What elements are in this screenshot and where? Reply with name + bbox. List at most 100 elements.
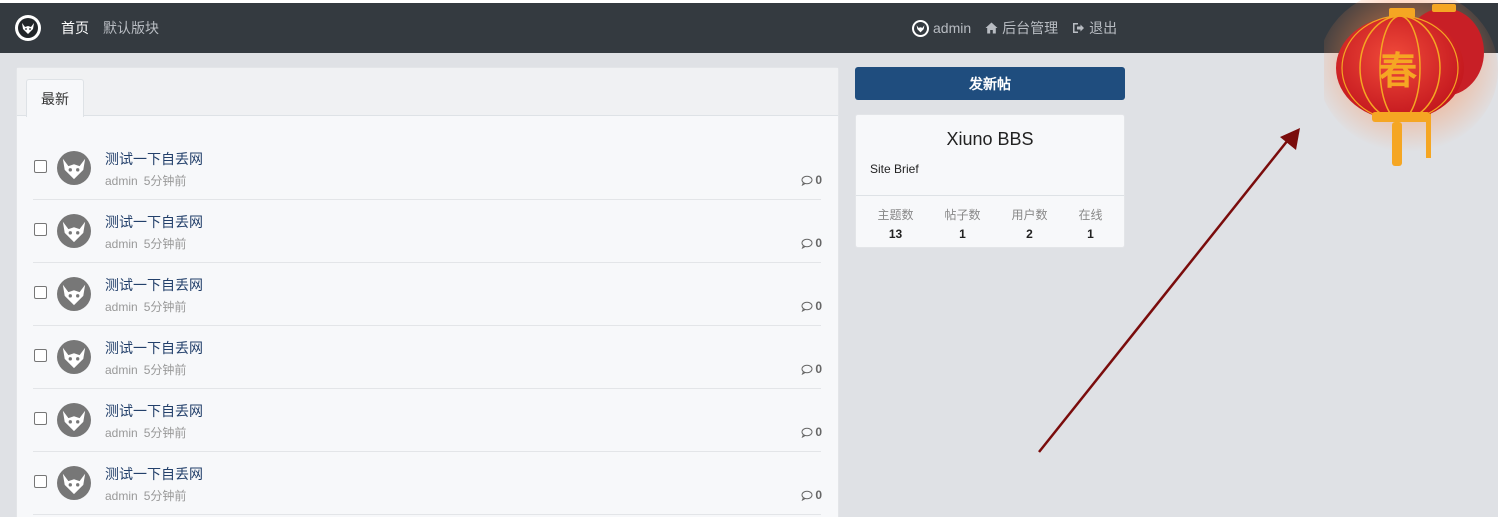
thread-row[interactable]: 测试一下自丢网 admin 5分钟前 0 <box>33 263 822 326</box>
stat-value: 1 <box>959 227 966 241</box>
site-stats: 主题数 13 帖子数 1 用户数 2 在线 1 <box>856 195 1124 248</box>
thread-select-checkbox[interactable] <box>34 160 47 173</box>
author-avatar[interactable] <box>57 466 91 500</box>
thread-author[interactable]: admin <box>105 426 138 440</box>
reply-count-value: 0 <box>815 425 822 439</box>
thread-author[interactable]: admin <box>105 363 138 377</box>
home-icon <box>985 22 998 34</box>
author-avatar[interactable] <box>57 340 91 374</box>
thread-meta: admin 5分钟前 <box>105 235 186 252</box>
stat-value: 1 <box>1087 227 1094 241</box>
reply-count-value: 0 <box>815 362 822 376</box>
thread-select-checkbox[interactable] <box>34 475 47 488</box>
stat-posts: 帖子数 1 <box>944 196 980 248</box>
fox-mascot-icon <box>62 347 86 369</box>
nav-admin-link[interactable]: 后台管理 <box>985 18 1058 38</box>
thread-row[interactable]: 测试一下自丢网 admin 5分钟前 0 <box>33 200 822 263</box>
thread-title-link[interactable]: 测试一下自丢网 <box>105 149 203 169</box>
thread-time: 5分钟前 <box>143 300 187 314</box>
thread-row[interactable]: 测试一下自丢网 admin 5分钟前 0 <box>33 389 822 452</box>
thread-select-checkbox[interactable] <box>34 349 47 362</box>
thread-select-checkbox[interactable] <box>34 223 47 236</box>
reply-count: 0 <box>801 173 822 187</box>
reply-count: 0 <box>801 488 822 502</box>
stat-label: 在线 <box>1078 208 1103 222</box>
new-thread-button[interactable]: 发新帖 <box>855 67 1125 100</box>
thread-select-checkbox[interactable] <box>34 286 47 299</box>
thread-time: 5分钟前 <box>143 363 187 377</box>
reply-count: 0 <box>801 236 822 250</box>
reply-count: 0 <box>801 362 822 376</box>
thread-title-link[interactable]: 测试一下自丢网 <box>105 338 203 358</box>
comment-icon <box>801 427 813 438</box>
thread-meta: admin 5分钟前 <box>105 172 186 189</box>
author-avatar[interactable] <box>57 214 91 248</box>
stat-threads: 主题数 13 <box>877 196 913 248</box>
thread-row[interactable]: 测试一下自丢网 admin 5分钟前 0 <box>33 326 822 389</box>
author-avatar[interactable] <box>57 151 91 185</box>
thread-meta: admin 5分钟前 <box>105 487 186 504</box>
nav-default-board-link[interactable]: 默认版块 <box>103 18 159 38</box>
nav-user-link[interactable]: admin <box>912 19 972 37</box>
thread-meta: admin 5分钟前 <box>105 361 186 378</box>
thread-title-link[interactable]: 测试一下自丢网 <box>105 464 203 484</box>
thread-row[interactable]: 测试一下自丢网 admin 5分钟前 0 <box>33 137 822 200</box>
reply-count-value: 0 <box>815 173 822 187</box>
thread-row[interactable]: 测试一下自丢网 admin 5分钟前 0 <box>33 452 822 515</box>
thread-meta: admin 5分钟前 <box>105 424 186 441</box>
stat-online: 在线 1 <box>1078 196 1102 248</box>
tab-latest[interactable]: 最新 <box>26 79 84 117</box>
nav-user-label: admin <box>933 20 972 36</box>
thread-author[interactable]: admin <box>105 300 138 314</box>
comment-icon <box>801 364 813 375</box>
fox-mascot-icon <box>62 221 86 243</box>
thread-time: 5分钟前 <box>143 489 187 503</box>
thread-meta: admin 5分钟前 <box>105 298 186 315</box>
fox-mascot-icon <box>18 18 38 38</box>
stat-value: 13 <box>888 227 903 241</box>
top-navbar: 首页 默认版块 admin 后台管理 退出 <box>0 3 1498 53</box>
author-avatar[interactable] <box>57 277 91 311</box>
stat-users: 用户数 2 <box>1011 196 1047 248</box>
user-avatar-icon <box>912 19 929 37</box>
site-logo[interactable] <box>15 15 41 41</box>
sign-out-icon <box>1072 22 1085 34</box>
thread-title-link[interactable]: 测试一下自丢网 <box>105 275 203 295</box>
thread-time: 5分钟前 <box>143 237 187 251</box>
reply-count: 0 <box>801 299 822 313</box>
comment-icon <box>801 175 813 186</box>
thread-title-link[interactable]: 测试一下自丢网 <box>105 401 203 421</box>
stat-value: 2 <box>1026 227 1033 241</box>
stat-label: 帖子数 <box>944 208 981 222</box>
thread-list-card: 最新 测试一下自丢网 admin 5分钟前 0 测试一下自丢网 admin 5分钟前… <box>16 67 839 517</box>
lantern-decoration: 春 <box>1324 0 1498 166</box>
fox-mascot-icon <box>62 284 86 306</box>
lantern-char: 春 <box>1379 49 1417 93</box>
fox-mascot-icon <box>62 158 86 180</box>
nav-logout-label: 退出 <box>1089 20 1118 36</box>
thread-author[interactable]: admin <box>105 237 138 251</box>
nav-right-links: admin 后台管理 退出 <box>912 3 1131 53</box>
author-avatar[interactable] <box>57 403 91 437</box>
site-info-card: Xiuno BBS Site Brief 主题数 13 帖子数 1 用户数 2 … <box>855 114 1125 248</box>
site-name: Xiuno BBS <box>946 129 1034 149</box>
comment-icon <box>801 301 813 312</box>
thread-author[interactable]: admin <box>105 489 138 503</box>
fox-mascot-icon <box>62 410 86 432</box>
thread-title-link[interactable]: 测试一下自丢网 <box>105 212 203 232</box>
nav-logout-link[interactable]: 退出 <box>1072 18 1117 38</box>
nav-left-links: 首页 默认版块 <box>61 3 173 53</box>
reply-count-value: 0 <box>815 299 822 313</box>
tabs-header: 最新 <box>17 68 838 117</box>
thread-list: 测试一下自丢网 admin 5分钟前 0 测试一下自丢网 admin 5分钟前 0 … <box>33 137 822 515</box>
site-brief: Site Brief <box>870 162 919 176</box>
thread-author[interactable]: admin <box>105 174 138 188</box>
comment-icon <box>801 490 813 501</box>
reply-count-value: 0 <box>815 236 822 250</box>
thread-select-checkbox[interactable] <box>34 412 47 425</box>
comment-icon <box>801 238 813 249</box>
thread-time: 5分钟前 <box>143 174 187 188</box>
nav-home-link[interactable]: 首页 <box>61 18 89 38</box>
fox-mascot-icon <box>62 473 86 495</box>
reply-count: 0 <box>801 425 822 439</box>
